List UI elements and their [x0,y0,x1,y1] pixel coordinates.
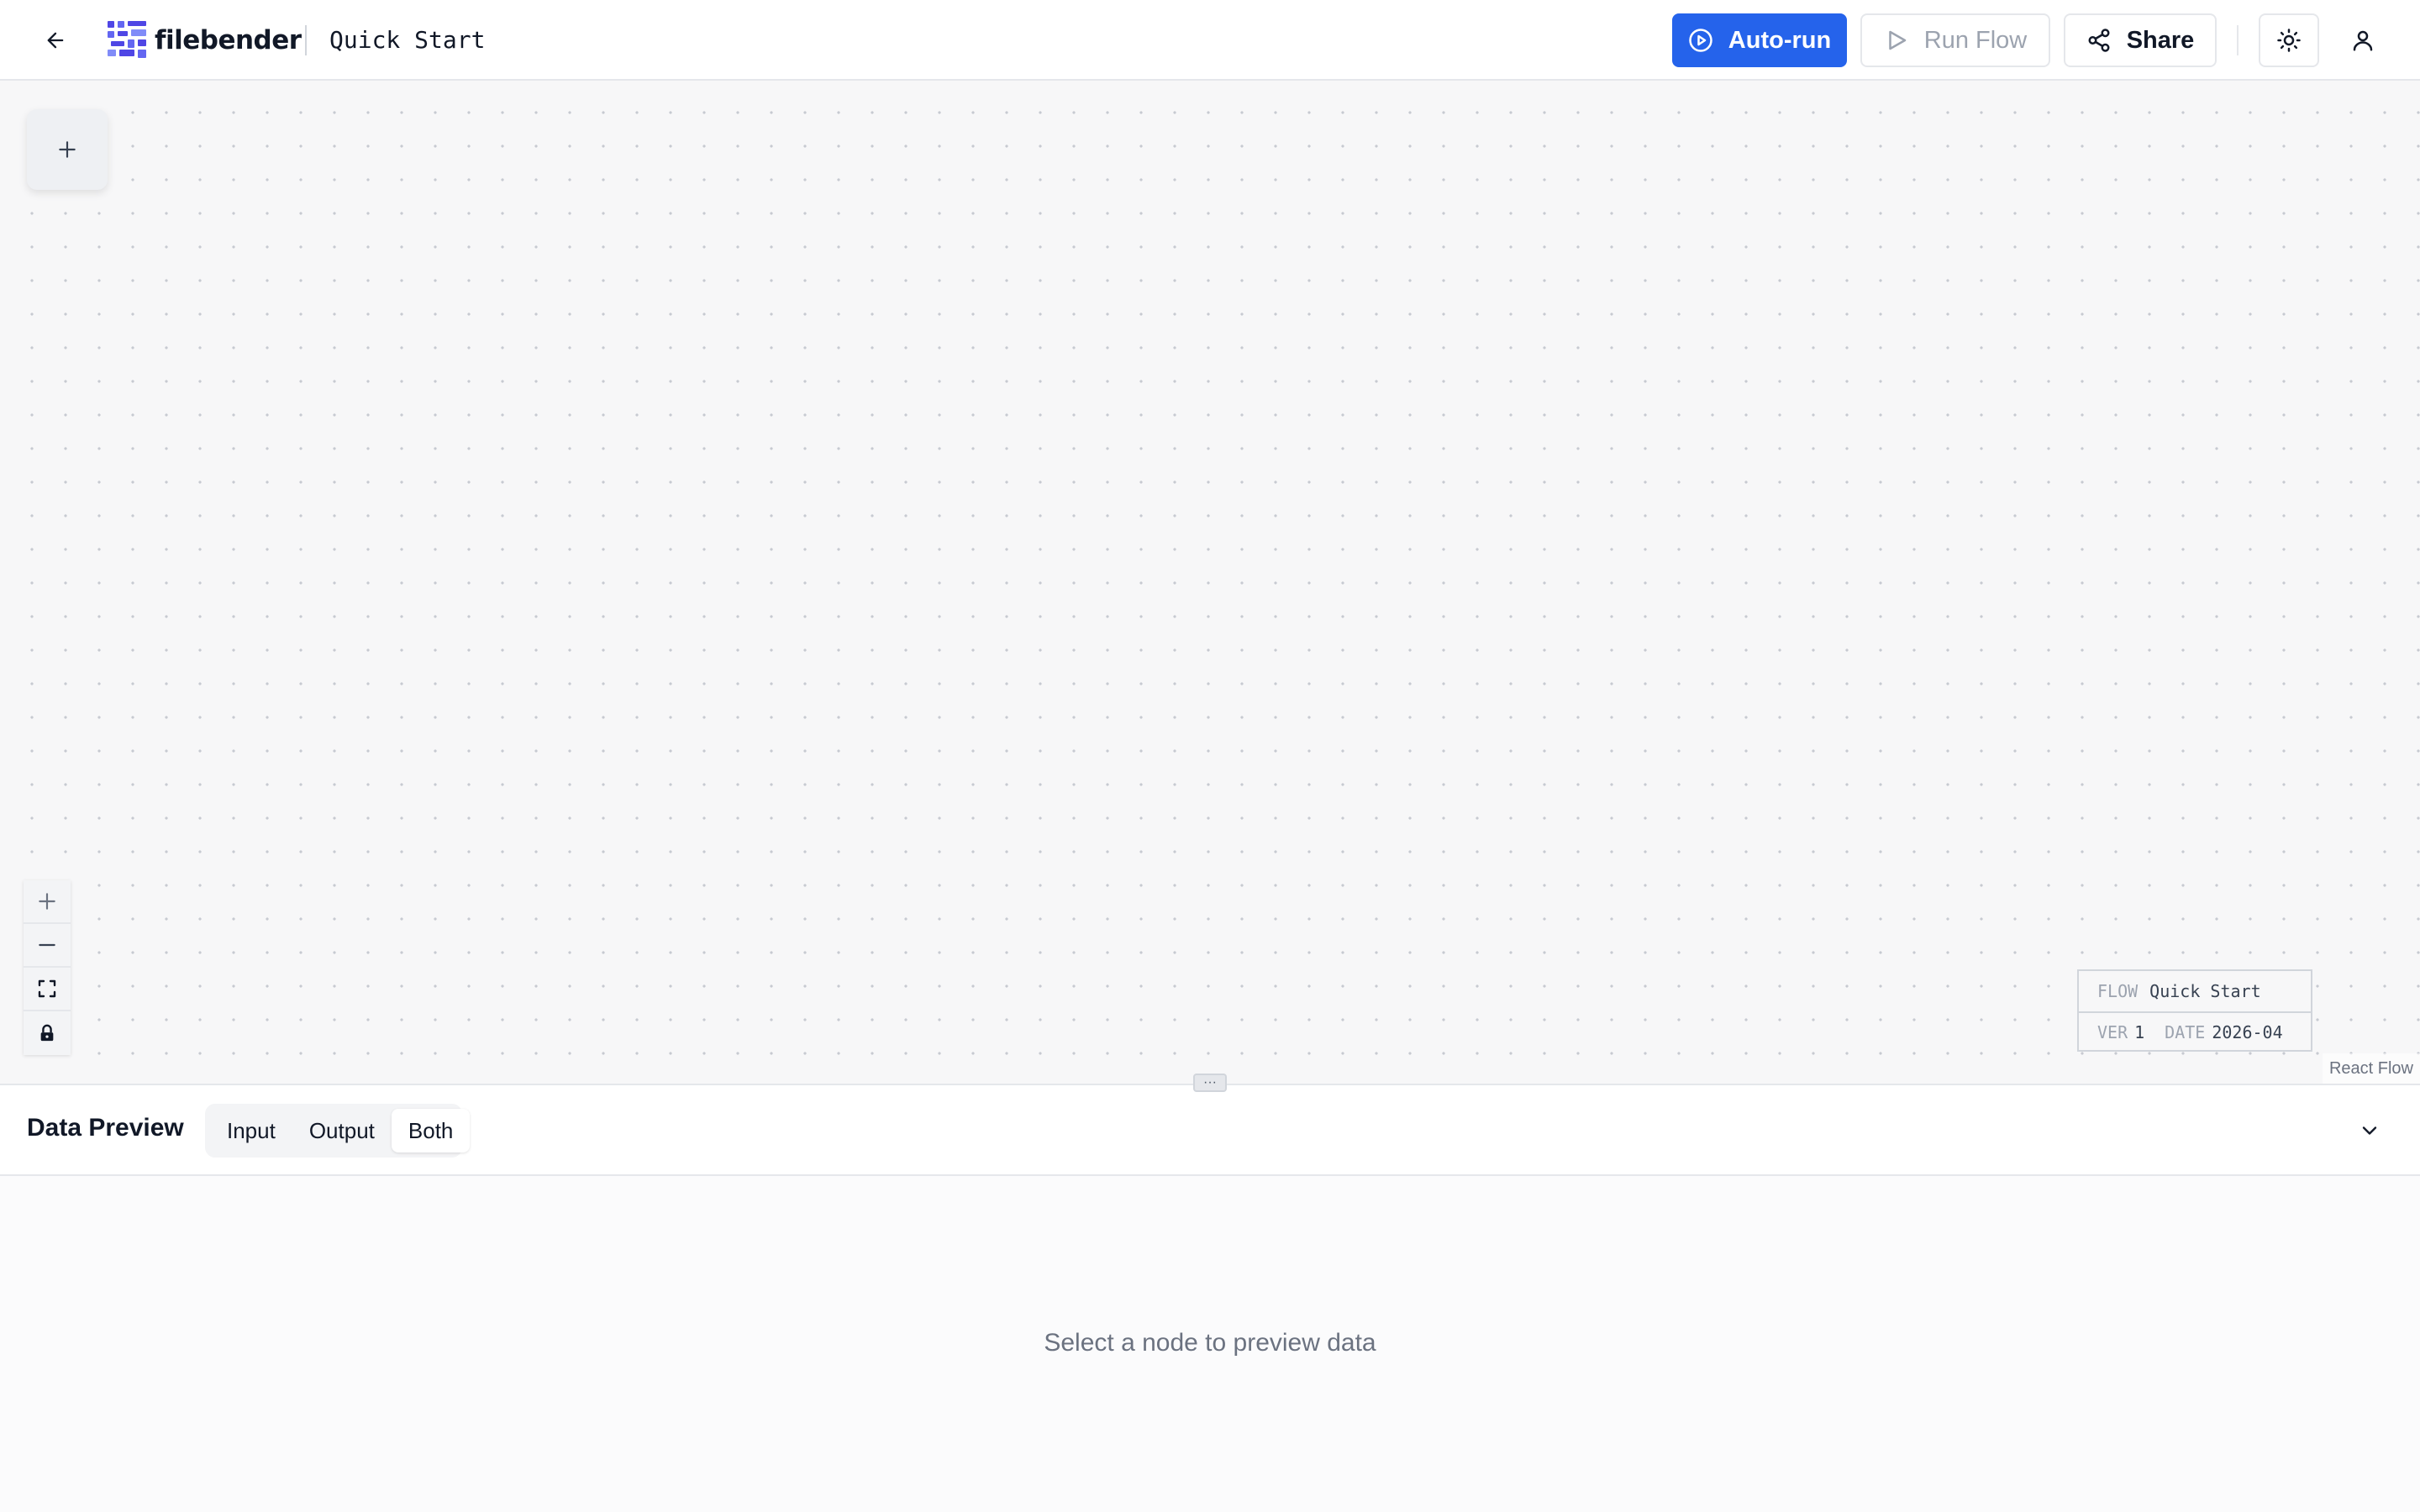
lock-icon [40,1024,54,1042]
run-flow-button[interactable]: Run Flow [1860,13,2050,67]
plus-icon [59,141,76,158]
flow-info-row-name: FLOW Quick Start [2079,971,2311,1011]
plus-icon [39,893,55,910]
zoom-in-button[interactable] [24,880,71,924]
empty-preview-message: Select a node to preview data [1044,1329,1376,1357]
flow-value: Quick Start [2149,981,2261,1001]
theme-toggle-button[interactable] [2259,13,2319,67]
ver-value: 1 [2134,1022,2145,1042]
minus-icon [39,943,55,947]
user-icon [2353,30,2373,51]
app-header: filebender Quick Start Auto-run Run Flow… [0,0,2420,81]
flow-title[interactable]: Quick Start [329,24,485,57]
zoom-out-button[interactable] [24,924,71,968]
data-preview-panel: Data Preview Input Output Both Select a … [0,1084,2420,1512]
chevron-down-icon [2362,1126,2377,1135]
date-value: 2026-04 [2212,1022,2283,1042]
auto-run-button[interactable]: Auto-run [1672,13,1847,67]
add-node-button[interactable] [27,109,108,190]
tab-output[interactable]: Output [292,1109,392,1152]
share-label: Share [2126,26,2195,54]
lock-button[interactable] [24,1011,71,1055]
back-button[interactable] [34,20,77,60]
share-icon [2088,29,2110,52]
arrow-left-icon [47,32,64,49]
flow-canvas[interactable]: FLOW Quick Start VER 1 DATE 2026-04 Reac… [0,81,2420,1084]
data-preview-title: Data Preview [27,1114,184,1142]
play-circle-icon [1689,29,1712,52]
share-button[interactable]: Share [2064,13,2217,67]
fit-view-button[interactable] [24,968,71,1011]
user-menu-button[interactable] [2336,20,2390,60]
header-separator [2237,25,2238,55]
data-preview-header: Data Preview Input Output Both [0,1085,2420,1176]
run-flow-label: Run Flow [1923,26,2028,54]
title-divider [305,25,307,55]
zoom-controls [24,880,71,1055]
flow-info-row-meta: VER 1 DATE 2026-04 [2079,1011,2311,1052]
tab-both[interactable]: Both [391,1109,471,1152]
auto-run-label: Auto-run [1728,26,1832,54]
sun-icon [2277,29,2301,52]
preview-mode-tabs: Input Output Both [205,1104,471,1158]
date-key: DATE [2165,1022,2206,1042]
brand-logo[interactable]: filebender [108,18,302,62]
play-icon [1889,30,1906,50]
brand-name: filebender [155,25,302,55]
panel-resize-handle[interactable]: ··· [1193,1074,1227,1092]
fit-view-icon [38,979,56,998]
tab-input[interactable]: Input [210,1109,292,1152]
flow-key: FLOW [2097,981,2139,1001]
ver-key: VER [2097,1022,2128,1042]
filebender-logo-icon [108,21,146,58]
react-flow-attribution[interactable]: React Flow [2322,1053,2420,1084]
flow-info-panel: FLOW Quick Start VER 1 DATE 2026-04 [2077,969,2312,1052]
collapse-preview-button[interactable] [2349,1114,2390,1147]
